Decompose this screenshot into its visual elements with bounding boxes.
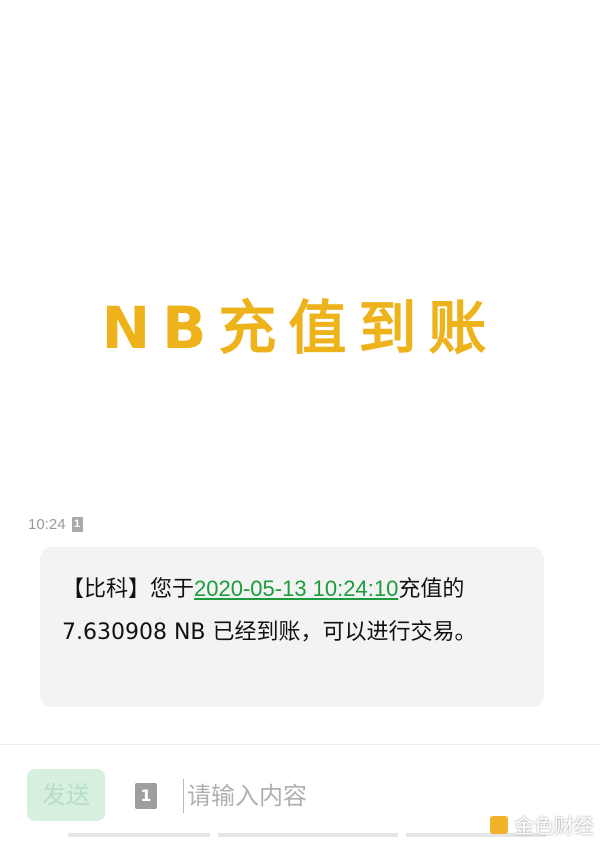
banner-title: NB充值到账 — [101, 294, 499, 362]
sim-card-icon: 1 — [71, 517, 83, 532]
message-input[interactable] — [185, 772, 447, 820]
message-time: 10:24 — [28, 516, 66, 533]
date-link[interactable]: 2020-05-13 10:24:10 — [194, 576, 398, 601]
message-text-prefix: 【比科】您于 — [62, 577, 195, 602]
send-button[interactable]: 发送 — [27, 769, 105, 821]
watermark-logo-icon — [490, 815, 508, 834]
message-bubble[interactable]: 【比科】您于2020-05-13 10:24:10充值的 7.630908 NB… — [40, 547, 544, 707]
message-meta: 10:24 1 — [28, 516, 83, 533]
composer-divider — [0, 744, 600, 745]
text-cursor — [183, 779, 184, 813]
watermark: 金色财经 — [490, 810, 594, 839]
sim-select-icon[interactable]: 1 — [135, 783, 157, 809]
input-underline-segment — [218, 833, 398, 837]
input-underline-segment — [68, 833, 210, 837]
watermark-text: 金色财经 — [514, 814, 594, 838]
